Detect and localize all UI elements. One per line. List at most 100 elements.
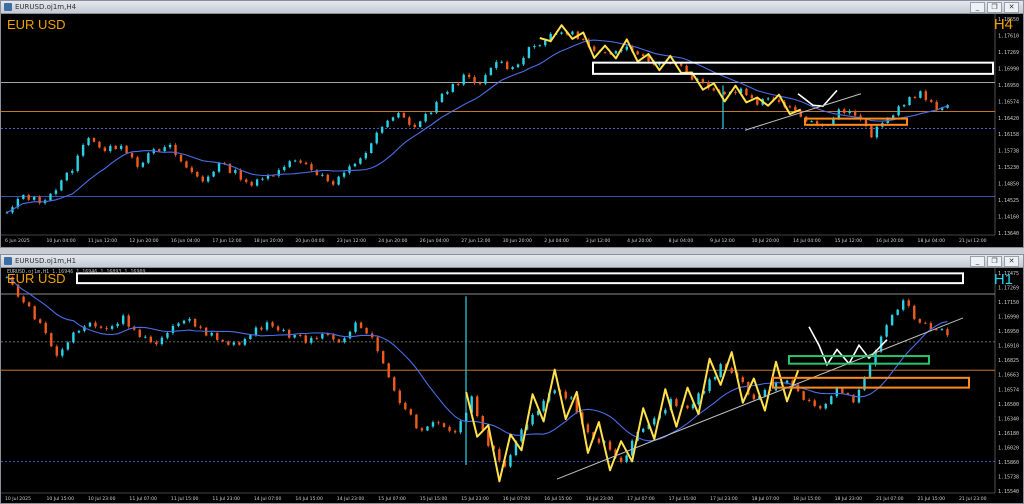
candle-body: [478, 83, 482, 85]
candle-body: [402, 112, 406, 118]
price-chart-h4[interactable]: 1.186501.176101.172691.169901.169501.165…: [1, 13, 1023, 247]
candle-body: [239, 170, 242, 180]
candle-body: [376, 337, 379, 352]
time-tick-label: 18 Jul 23:00: [835, 496, 863, 502]
candle-body: [343, 338, 346, 343]
candle-body: [155, 342, 158, 345]
candle-body: [288, 161, 291, 167]
candle-body: [409, 409, 413, 415]
candle-body: [848, 111, 851, 113]
candle-body: [116, 323, 119, 327]
time-tick-label: 15 Jul 12:00: [835, 238, 863, 244]
candle-body: [49, 193, 52, 201]
candle-body: [516, 64, 520, 68]
candle-body: [98, 141, 101, 148]
price-tick-label: 1.14160: [998, 215, 1019, 221]
candle-body: [287, 329, 291, 338]
candle-body: [147, 153, 150, 163]
candle-body: [853, 111, 857, 116]
time-tick-label: 18 Jul 07:00: [752, 496, 780, 502]
candle-body: [22, 296, 25, 303]
candle-body: [61, 349, 64, 356]
chart-window-h1[interactable]: EURUSD.oj1m,H1 _ ❐ ✕ 1.17475 1.17269 1.171…: [0, 254, 1024, 504]
candle-body: [304, 162, 308, 165]
candle-body: [870, 125, 873, 138]
candle-body: [342, 172, 346, 177]
candle-body: [254, 327, 258, 335]
candle-body: [608, 441, 612, 450]
candle-body: [266, 175, 270, 179]
price-tick-label: 1.16990: [998, 66, 1019, 72]
price-tick-label: 1.14850: [998, 182, 1019, 188]
price-tick-label: 1.16020: [998, 445, 1019, 451]
candle-body: [527, 47, 531, 58]
candle-body: [149, 336, 153, 343]
minimize-button[interactable]: _: [970, 2, 985, 13]
candle-body: [799, 110, 802, 117]
candle-body: [105, 327, 108, 329]
candle-body: [918, 319, 922, 323]
price-tick-label: 1.16500: [998, 402, 1019, 408]
minimize-button[interactable]: _: [970, 256, 985, 267]
candle-body: [544, 40, 547, 46]
candle-body: [255, 179, 259, 186]
candle-body: [141, 162, 145, 167]
candle-body: [675, 399, 678, 406]
candle-body: [282, 329, 285, 331]
candle-body: [87, 138, 90, 145]
time-tick-label: 20 Jun 04:00: [295, 238, 324, 244]
candle-body: [413, 124, 416, 128]
candle-body: [940, 329, 944, 331]
candle-body: [843, 109, 846, 113]
time-tick-label: 27 Jun 12:00: [461, 238, 490, 244]
candle-body: [868, 364, 872, 378]
chart-window-icon: [4, 3, 12, 11]
symbol-label: EUR USD: [7, 271, 66, 286]
chart-window-h4[interactable]: EURUSD.oj1m,H4 _ ❐ ✕ 1.18650 1.17610 1.172…: [0, 0, 1024, 248]
candle-body: [72, 332, 75, 343]
candle-body: [121, 315, 125, 324]
candle-body: [824, 403, 827, 409]
candle-body: [326, 174, 329, 182]
restore-button[interactable]: ❐: [987, 2, 1002, 13]
candle-body: [440, 93, 444, 103]
candle-body: [359, 158, 362, 164]
candle-body: [935, 101, 938, 110]
price-chart-h1[interactable]: 1.174751.172691.171501.169901.169501.169…: [1, 267, 1023, 503]
candle-body: [603, 52, 607, 54]
candle-body: [560, 32, 563, 34]
time-tick-label: 18 Jul 04:00: [918, 238, 946, 244]
candle-body: [451, 84, 455, 92]
candle-body: [299, 160, 302, 163]
candle-body: [271, 322, 274, 327]
candle-body: [641, 54, 645, 57]
candle-body: [653, 418, 656, 425]
candle-body: [586, 424, 590, 433]
candle-body: [337, 176, 340, 185]
candle-body: [788, 106, 792, 108]
candle-body: [908, 97, 911, 106]
candle-body: [522, 57, 525, 65]
candle-body: [391, 117, 395, 121]
candle-body: [182, 320, 186, 324]
candle-body: [453, 430, 457, 433]
time-tick-label: 14 Jul 04:00: [793, 238, 821, 244]
candle-body: [168, 144, 172, 148]
candle-body: [190, 167, 194, 172]
time-tick-label: 11 Jul 23:00: [212, 496, 240, 502]
candle-body: [484, 75, 487, 84]
candle-body: [397, 112, 400, 118]
candle-body: [420, 428, 424, 431]
restore-button[interactable]: ❐: [987, 256, 1002, 267]
close-button[interactable]: ✕: [1004, 2, 1019, 13]
candle-body: [542, 400, 545, 411]
candle-body: [641, 428, 645, 432]
candle-body: [592, 46, 596, 51]
close-button[interactable]: ✕: [1004, 256, 1019, 267]
candle-body: [315, 337, 319, 339]
candle-body: [476, 396, 479, 417]
zigzag-line: [465, 351, 800, 483]
candle-body: [227, 341, 230, 345]
candle-body: [571, 31, 574, 35]
candle-body: [819, 406, 822, 409]
